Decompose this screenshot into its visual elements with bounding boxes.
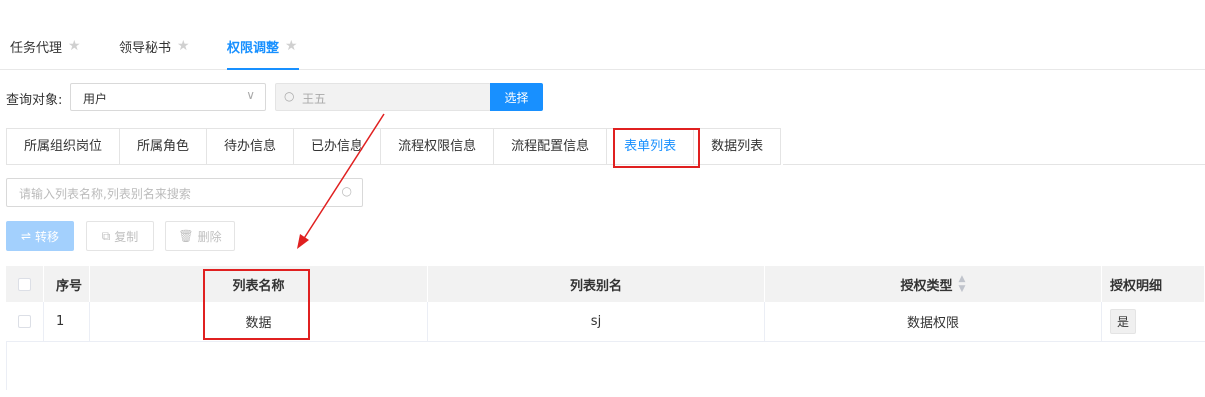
- cell-list-alias: sj: [428, 302, 765, 341]
- tab-todo[interactable]: 待办信息: [207, 128, 295, 165]
- table-empty-area: [6, 342, 1205, 390]
- header-list-name: 列表名称: [90, 266, 428, 302]
- copy-button[interactable]: ⧉ 复制: [86, 221, 154, 251]
- transfer-label: 转移: [35, 229, 60, 244]
- tab-bar-baseline: [783, 164, 1205, 165]
- top-tab-bar: 任务代理 ★ 领导秘书 ★ 权限调整 ★: [0, 0, 1205, 70]
- cell-index: 1: [44, 302, 90, 341]
- header-index: 序号: [44, 266, 90, 302]
- auth-detail-tag[interactable]: 是: [1110, 309, 1137, 334]
- trash-icon: 🗑: [178, 229, 194, 243]
- row-select-cell: [6, 302, 44, 341]
- tab-org-positions[interactable]: 所属组织岗位: [7, 128, 121, 165]
- swap-icon: ⇌: [20, 229, 32, 243]
- sort-icon[interactable]: ▲ ▼: [959, 274, 966, 294]
- tab-form-list[interactable]: 表单列表: [607, 128, 695, 165]
- form-list-table: 序号 列表名称 列表别名 授权类型 ▲ ▼ 授权明细 1 数据 sj 数据权限 是: [6, 266, 1205, 342]
- tab-leader-secretary[interactable]: 领导秘书 ★: [119, 36, 190, 56]
- list-search-input[interactable]: 请输入列表名称,列表别名来搜索 ○: [6, 178, 363, 207]
- copy-icon: ⧉: [101, 228, 111, 243]
- table-header: 序号 列表名称 列表别名 授权类型 ▲ ▼ 授权明细: [6, 266, 1205, 302]
- header-list-alias: 列表别名: [428, 266, 765, 302]
- query-object-value: 用户: [83, 92, 108, 106]
- row-checkbox[interactable]: [18, 315, 31, 328]
- tab-permission-adjust[interactable]: 权限调整 ★: [227, 36, 298, 56]
- delete-label: 删除: [197, 229, 222, 244]
- search-icon: ○: [284, 89, 295, 103]
- select-button[interactable]: 选择: [490, 83, 543, 111]
- header-auth-type[interactable]: 授权类型 ▲ ▼: [765, 266, 1102, 302]
- tab-label: 任务代理: [10, 40, 63, 56]
- tab-roles[interactable]: 所属角色: [120, 128, 208, 165]
- list-search-placeholder: 请输入列表名称,列表别名来搜索: [19, 187, 191, 201]
- object-search-placeholder: 王五: [302, 92, 327, 106]
- tab-label: 权限调整: [227, 40, 280, 56]
- query-object-select[interactable]: 用户 ∨: [70, 83, 266, 111]
- active-tab-indicator: [227, 68, 299, 70]
- query-object-label: 查询对象:: [6, 93, 63, 108]
- select-all-checkbox[interactable]: [18, 277, 31, 291]
- detail-tab-bar: 所属组织岗位 所属角色 待办信息 已办信息 流程权限信息 流程配置信息 表单列表…: [6, 128, 782, 165]
- tab-process-permission[interactable]: 流程权限信息: [381, 128, 495, 165]
- tab-task-agent[interactable]: 任务代理 ★: [10, 36, 81, 56]
- delete-button[interactable]: 🗑 删除: [165, 221, 235, 251]
- chevron-down-icon: ∨: [246, 88, 255, 102]
- select-all-cell: [6, 266, 44, 302]
- header-auth-detail: 授权明细: [1102, 266, 1205, 302]
- object-search-input[interactable]: ○ 王五: [275, 83, 491, 111]
- tab-done[interactable]: 已办信息: [294, 128, 382, 165]
- copy-label: 复制: [114, 229, 139, 244]
- star-icon[interactable]: ★: [177, 38, 190, 54]
- cell-auth-type: 数据权限: [765, 302, 1102, 341]
- cell-auth-detail: 是: [1102, 302, 1205, 341]
- table-row[interactable]: 1 数据 sj 数据权限 是: [6, 302, 1205, 342]
- tab-data-list[interactable]: 数据列表: [694, 128, 782, 165]
- header-auth-type-label: 授权类型: [900, 278, 953, 294]
- star-icon[interactable]: ★: [285, 38, 298, 54]
- search-icon[interactable]: ○: [342, 184, 352, 198]
- transfer-button[interactable]: ⇌ 转移: [6, 221, 74, 251]
- star-icon[interactable]: ★: [68, 38, 81, 54]
- cell-list-name: 数据: [90, 302, 428, 341]
- tab-process-config[interactable]: 流程配置信息: [494, 128, 608, 165]
- tab-label: 领导秘书: [119, 40, 172, 56]
